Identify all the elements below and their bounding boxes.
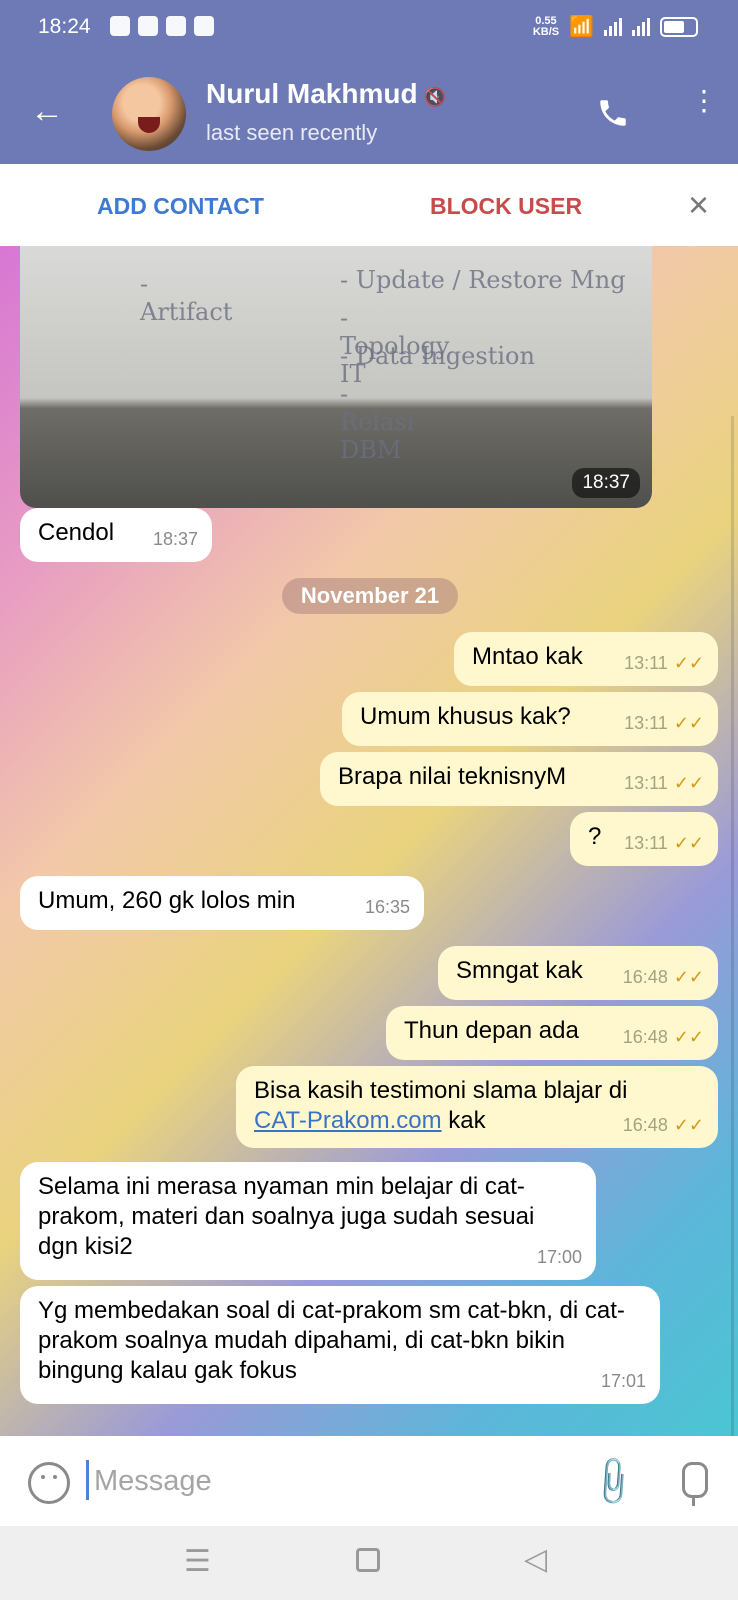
photo-message[interactable]: - Artifact - Update / Restore Mng - Topo… [20,246,652,508]
message-text: Mntao kak [472,643,583,670]
message-text: Thun depan ada [404,1017,579,1044]
back-arrow-icon[interactable]: ← [30,92,64,131]
message-text: Smngat kak [456,957,583,984]
message-text: ? [588,823,602,850]
message-bubble[interactable]: Yg membedakan soal di cat-prakom sm cat-… [20,1286,660,1404]
mute-icon: 🔇 [423,87,446,107]
message-time: 16:48 ✓✓ [623,1110,704,1140]
message-composer: 📎 [0,1436,738,1526]
double-check-icon: ✓✓ [673,833,704,853]
note-left: - Artifact [140,270,233,326]
message-time: 18:37 [152,529,198,549]
note-line-3: - Data Ingestion [340,342,535,370]
system-nav-bar: ☰ ◁ [0,1526,738,1600]
message-time-text: 13:11 [624,773,668,793]
double-check-icon: ✓✓ [673,713,704,733]
message-bubble[interactable]: Mntao kak 13:11 ✓✓ [454,632,718,686]
message-text-suffix: kak [441,1107,486,1134]
message-time: 16:35 [364,897,410,917]
message-time-text: 16:48 [622,1027,668,1047]
note-line-4: - Relasi DBM [340,380,415,464]
message-time-text: 16:48 [622,1115,668,1135]
telegram-icon [110,16,130,36]
status-bar: 18:24 0.55 KB/S 📶 [0,0,738,56]
block-user-button[interactable]: BLOCK USER [430,193,582,220]
message-text: Bisa kasih testimoni slama blajar di [254,1077,628,1104]
note-line-1: - Update / Restore Mng [340,266,626,294]
message-time: 13:11 ✓✓ [624,648,704,678]
status-notification-icons [110,16,214,36]
add-contact-button[interactable]: ADD CONTACT [97,193,264,220]
double-check-icon: ✓✓ [673,653,704,673]
message-text: Cendol [38,519,115,546]
battery-icon [660,16,698,37]
double-check-icon: ✓✓ [673,1027,704,1047]
double-check-icon: ✓✓ [673,773,704,793]
back-icon[interactable]: ◁ [524,1542,547,1577]
signal-bars-icon-2 [632,17,650,36]
text-cursor [86,1460,89,1500]
message-bubble[interactable]: Cendol 18:37 [20,508,212,562]
message-text: Selama ini merasa nyaman min belajar di … [38,1173,535,1260]
contact-name: Nurul Makhmud [206,78,418,109]
double-check-icon: ✓✓ [673,1115,704,1135]
message-time: 13:11 ✓✓ [624,768,704,798]
dana-icon [166,16,186,36]
emoji-icon[interactable] [28,1462,70,1504]
message-text: Umum khusus kak? [360,703,571,730]
youtube-icon [138,16,158,36]
message-time: 16:48 ✓✓ [623,1022,704,1052]
message-time: 17:00 [536,1247,582,1267]
message-bubble[interactable]: Brapa nilai teknisnyM 13:11 ✓✓ [320,752,718,806]
message-bubble[interactable]: Selama ini merasa nyaman min belajar di … [20,1162,596,1280]
bni-icon [194,16,214,36]
message-bubble[interactable]: Thun depan ada 16:48 ✓✓ [386,1006,718,1060]
message-time-text: 13:11 [624,713,668,733]
double-check-icon: ✓✓ [673,967,704,987]
home-icon[interactable] [356,1548,380,1572]
chat-messages-area[interactable]: - Artifact - Update / Restore Mng - Topo… [0,246,738,1436]
mic-icon[interactable] [682,1462,708,1506]
message-bubble[interactable]: Umum khusus kak? 13:11 ✓✓ [342,692,718,746]
message-text: Brapa nilai teknisnyM [338,763,567,790]
date-divider: November 21 [282,578,458,614]
status-time: 18:24 [38,15,91,38]
message-text: Umum, 260 gk lolos min [38,887,296,914]
recent-apps-icon[interactable]: ☰ [184,1544,211,1579]
contact-action-bar: ADD CONTACT BLOCK USER × [0,164,738,246]
chat-header: ← Nurul Makhmud 🔇 last seen recently ⋮ [0,56,738,164]
chat-title[interactable]: Nurul Makhmud 🔇 [206,78,446,110]
message-bubble[interactable]: Smngat kak 16:48 ✓✓ [438,946,718,1000]
message-bubble[interactable]: ? 13:11 ✓✓ [570,812,718,866]
message-text: Yg membedakan soal di cat-prakom sm cat-… [38,1297,625,1384]
message-time: 17:01 [600,1371,646,1391]
signal-bars-icon [604,17,622,36]
network-speed: 0.55 KB/S [532,14,560,38]
wifi-icon: 📶 [569,16,594,38]
status-system-icons: 0.55 KB/S 📶 [533,14,698,39]
message-time-text: 16:48 [622,967,668,987]
message-time: 13:11 ✓✓ [624,828,704,858]
message-bubble[interactable]: Umum, 260 gk lolos min 16:35 [20,876,424,930]
close-icon[interactable]: × [688,184,709,226]
more-vert-icon[interactable]: ⋮ [690,87,718,115]
last-seen-status: last seen recently [206,120,378,145]
website-link[interactable]: CAT-Prakom.com [254,1107,442,1134]
message-input[interactable] [92,1460,556,1502]
phone-icon[interactable] [596,96,630,135]
message-time: 13:11 ✓✓ [624,708,704,738]
message-bubble[interactable]: Bisa kasih testimoni slama blajar di CAT… [236,1066,718,1148]
attach-icon[interactable]: 📎 [584,1453,642,1511]
message-time: 16:48 ✓✓ [623,962,704,992]
photo-time: 18:37 [572,468,640,498]
avatar[interactable] [112,77,186,151]
message-time-text: 13:11 [624,653,668,673]
scrollbar[interactable] [731,416,734,1436]
telegram-chat-screen: 18:24 0.55 KB/S 📶 ← Nurul Makhmud 🔇 last … [0,0,738,1600]
message-time-text: 13:11 [624,833,668,853]
